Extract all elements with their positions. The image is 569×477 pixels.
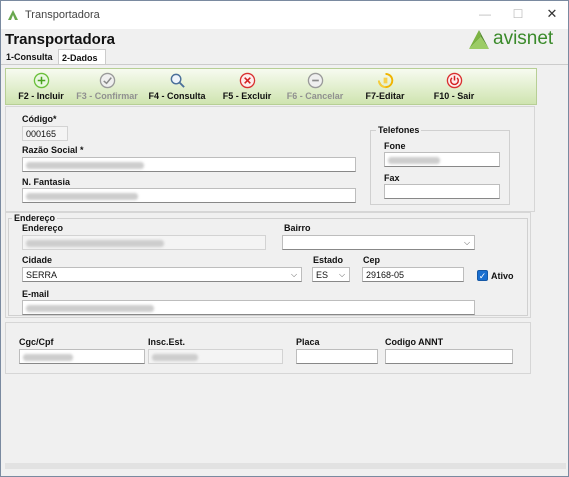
check-icon (99, 72, 115, 89)
fone-label: Fone (384, 141, 406, 151)
email-field[interactable] (22, 300, 475, 315)
sair-button[interactable]: F10 - Sair (426, 72, 482, 102)
fantasia-field[interactable] (22, 188, 356, 203)
power-icon (446, 72, 462, 89)
excluir-label: F5 - Excluir (222, 91, 272, 101)
status-bar (5, 463, 566, 469)
ativo-label: Ativo (491, 271, 514, 281)
delete-icon (239, 72, 255, 89)
page-header: Transportadora avisnet (1, 28, 568, 51)
codigo-antt-field[interactable] (385, 349, 513, 364)
cidade-value: SERRA (26, 270, 58, 280)
fax-field[interactable] (384, 184, 500, 199)
fax-label: Fax (384, 173, 400, 183)
chevron-down-icon: ⌵ (463, 238, 471, 247)
ativo-checkbox[interactable]: ✓ (477, 270, 488, 281)
editar-label: F7-Editar (365, 91, 405, 101)
cancelar-button[interactable]: F6 - Cancelar (282, 72, 348, 102)
confirmar-button[interactable]: F3 - Confirmar (72, 72, 142, 102)
chevron-down-icon: ⌵ (290, 270, 298, 279)
estado-value: ES (316, 270, 329, 280)
page-title: Transportadora (5, 31, 116, 48)
cidade-select[interactable]: SERRA ⌵ (22, 267, 302, 282)
fantasia-label: N. Fantasia (22, 177, 71, 187)
estado-select[interactable]: ES ⌵ (312, 267, 350, 282)
cep-label: Cep (363, 255, 381, 265)
tab-dados[interactable]: 2-Dados (58, 49, 106, 65)
razao-social-label: Razão Social * (22, 145, 84, 155)
tab-bar: 1-Consulta 2-Dados (1, 49, 568, 65)
logo-text: avisnet (493, 28, 554, 49)
consulta-label: F4 - Consulta (148, 91, 206, 101)
search-icon (170, 73, 185, 88)
codigo-label: Código* (22, 114, 57, 124)
codigo-antt-label: Codigo ANNT (385, 337, 444, 347)
title-bar: Transportadora — ☐ ✕ (1, 1, 568, 29)
cancelar-label: F6 - Cancelar (286, 91, 344, 101)
application-window: Transportadora — ☐ ✕ Transportadora avis… (0, 0, 569, 477)
incluir-button[interactable]: F2 - Incluir (10, 72, 72, 102)
tab-consulta[interactable]: 1-Consulta (3, 49, 58, 65)
codigo-value: 000165 (26, 129, 57, 139)
confirmar-label: F3 - Confirmar (76, 91, 138, 101)
endereco-group-title: Endereço (12, 213, 58, 223)
bairro-label: Bairro (284, 223, 311, 233)
tab-divider (1, 64, 568, 65)
sair-label: F10 - Sair (433, 91, 475, 101)
insc-est-field[interactable] (148, 349, 283, 364)
placa-field[interactable] (296, 349, 378, 364)
fone-field[interactable] (384, 152, 500, 167)
email-label: E-mail (22, 289, 50, 299)
app-logo-icon (8, 10, 18, 20)
cancel-icon (307, 72, 323, 89)
estado-label: Estado (313, 255, 344, 265)
cgc-cpf-field[interactable] (19, 349, 145, 364)
minimize-button[interactable]: — (475, 5, 495, 23)
codigo-field[interactable]: 000165 (22, 126, 68, 141)
telefones-title: Telefones (376, 125, 422, 135)
identification-panel: Código* 000165 Razão Social * N. Fantasi… (5, 106, 535, 212)
incluir-label: F2 - Incluir (18, 91, 64, 101)
bairro-select[interactable]: ⌵ (282, 235, 475, 250)
window-title: Transportadora (25, 9, 100, 21)
endereco-field[interactable] (22, 235, 266, 250)
placa-label: Placa (296, 337, 320, 347)
cgc-cpf-label: Cgc/Cpf (19, 337, 54, 347)
consulta-button[interactable]: F4 - Consulta (144, 72, 210, 102)
leaf-logo-icon (469, 30, 489, 49)
excluir-button[interactable]: F5 - Excluir (218, 72, 276, 102)
add-icon (33, 72, 49, 89)
cidade-label: Cidade (22, 255, 53, 265)
edit-icon (377, 72, 393, 89)
documents-panel: Cgc/Cpf Insc.Est. Placa Codigo ANNT (5, 322, 531, 374)
close-button[interactable]: ✕ (542, 5, 562, 23)
editar-button[interactable]: F7-Editar (360, 72, 410, 102)
razao-social-field[interactable] (22, 157, 356, 172)
cep-value: 29168-05 (366, 270, 405, 280)
cep-field[interactable]: 29168-05 (362, 267, 464, 282)
endereco-panel: Endereço Endereço Bairro ⌵ Cidade SERRA ⌵… (5, 212, 531, 318)
endereco-label: Endereço (22, 223, 64, 233)
insc-est-label: Insc.Est. (148, 337, 186, 347)
maximize-button[interactable]: ☐ (508, 5, 528, 23)
toolbar: F2 - Incluir F3 - Confirmar F4 - Consult… (5, 68, 537, 105)
chevron-down-icon: ⌵ (338, 270, 346, 279)
